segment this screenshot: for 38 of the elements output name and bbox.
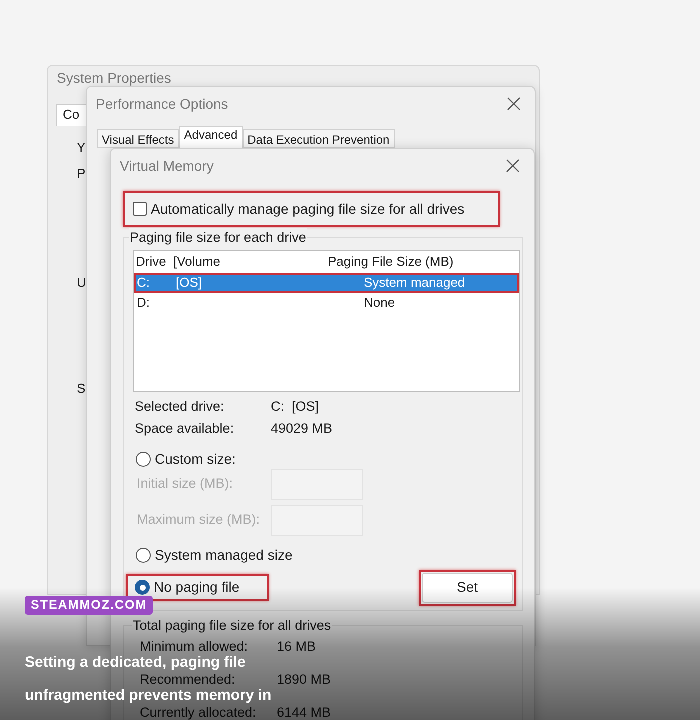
cut-off-label: P (77, 165, 86, 183)
info-value: C: [OS] (271, 398, 320, 416)
tab[interactable]: Data Execution Prevention (242, 129, 395, 148)
cut-off-label: S (77, 380, 86, 398)
column-header[interactable]: Drive [Volume (134, 252, 328, 272)
window-title: System Properties (57, 69, 172, 88)
info-label: Space available: (134, 420, 236, 438)
tab[interactable]: Advanced (179, 126, 243, 148)
caption-line: unfragmented prevents memory in (25, 688, 272, 704)
cut-off-label: Y (77, 139, 86, 157)
checkbox-label: Automatically manage paging file size for all drives (151, 200, 465, 219)
info-value: 16 MB (277, 638, 316, 654)
window-title: Performance Options (96, 94, 228, 114)
info-label: Selected drive: (134, 398, 226, 416)
field-label: Maximum size (MB): (136, 511, 262, 530)
info-value: 6144 MB (277, 704, 332, 720)
drive-row[interactable]: D: None (134, 293, 519, 313)
column-header[interactable]: Paging File Size (MB) (328, 252, 454, 272)
info-value: 1890 MB (277, 672, 332, 686)
paging-size: None (364, 294, 396, 312)
radio-option[interactable]: Custom size: (133, 446, 238, 472)
info-label: Minimum allowed: (140, 638, 250, 654)
drive-letter: C: (136, 274, 151, 292)
drive-row[interactable]: C: [OS] System managed (134, 273, 519, 293)
window-title: Virtual Memory (120, 156, 214, 176)
drive-letter: D: (136, 294, 151, 312)
volume-label: [OS] (176, 275, 202, 290)
caption-line: Setting a dedicated, paging file (25, 655, 246, 671)
paging-size: System managed (364, 274, 466, 292)
radio-option[interactable]: System managed size (133, 542, 295, 568)
info-label: Recommended: (140, 672, 236, 686)
cut-off-label: U (77, 274, 86, 292)
tab[interactable]: Visual Effects (97, 129, 180, 148)
set-button[interactable]: Set (422, 572, 513, 602)
info-value: 49029 MB (271, 420, 333, 438)
field-label: Initial size (MB): (136, 475, 234, 494)
info-label: Currently allocated: (140, 704, 258, 720)
source-badge: STEAMMOZ.COM (25, 596, 154, 615)
